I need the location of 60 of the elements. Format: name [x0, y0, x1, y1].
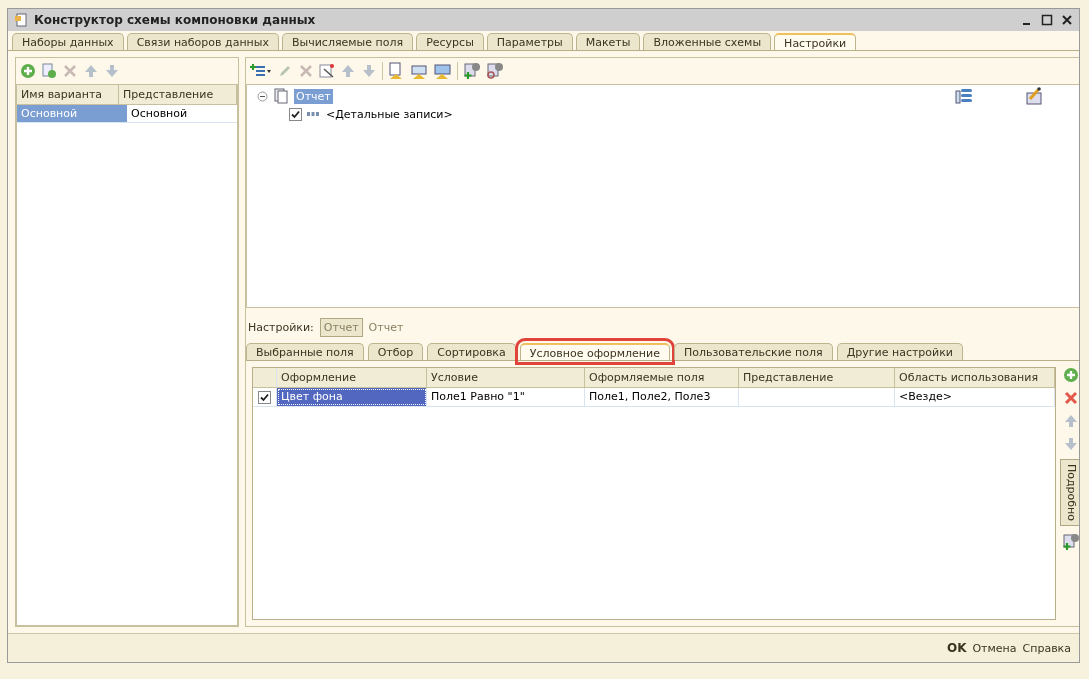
tab[interactable]: Отбор — [367, 343, 424, 360]
tab[interactable]: Параметры — [486, 33, 573, 50]
tab[interactable]: Выбранные поля — [246, 343, 364, 360]
checkbox[interactable] — [258, 390, 271, 404]
tab[interactable]: Пользовательские поля — [674, 343, 833, 360]
window-title: Конструктор схемы компоновки данных — [34, 13, 317, 27]
tab[interactable]: Настройки — [774, 33, 857, 50]
tree-item[interactable]: <Детальные записи> — [324, 106, 455, 122]
settings-value: Отчет — [368, 321, 404, 334]
table-cell[interactable]: Основной — [127, 105, 237, 123]
down-arrow-icon[interactable] — [1063, 436, 1079, 452]
column-header[interactable]: Область использования — [895, 368, 1055, 388]
up-arrow-icon[interactable] — [1063, 413, 1079, 429]
add-settings-icon[interactable] — [1062, 533, 1079, 552]
copy-add-icon[interactable] — [41, 63, 57, 79]
delete-icon[interactable] — [1063, 390, 1079, 406]
close-icon[interactable] — [1061, 14, 1073, 26]
delete-icon[interactable] — [298, 63, 314, 79]
checkbox[interactable] — [289, 107, 302, 121]
column-header[interactable]: Условие — [427, 368, 585, 388]
column-header[interactable]: Оформление — [277, 368, 427, 388]
tab[interactable]: Сортировка — [427, 343, 516, 360]
down-arrow-icon[interactable] — [104, 63, 120, 79]
delete-icon[interactable] — [62, 63, 78, 79]
footer-button[interactable]: OK — [944, 639, 969, 657]
tab[interactable]: Наборы данных — [12, 33, 124, 50]
up-arrow-icon[interactable] — [340, 63, 356, 79]
column-header[interactable]: Представление — [739, 368, 895, 388]
tab[interactable]: Другие настройки — [836, 343, 963, 360]
tab[interactable]: Вычисляемые поля — [281, 33, 414, 50]
maximize-icon[interactable] — [1041, 14, 1053, 26]
add-icon[interactable] — [1063, 367, 1079, 383]
column-header[interactable]: Представление — [119, 85, 237, 105]
table-cell[interactable]: Поле1 Равно "1" — [427, 388, 585, 406]
tab[interactable]: Связи наборов данных — [126, 33, 279, 50]
down-arrow-icon[interactable] — [361, 63, 377, 79]
settings-label: Настройки: — [248, 321, 314, 334]
column-header[interactable]: Оформляемые поля — [585, 368, 739, 388]
report-icon — [273, 88, 289, 104]
up-arrow-icon[interactable] — [83, 63, 99, 79]
pencil-icon[interactable] — [277, 63, 293, 79]
add-icon[interactable] — [20, 63, 36, 79]
list-icon[interactable] — [955, 87, 973, 105]
table-cell[interactable]: <Везде> — [895, 388, 1055, 406]
details-button[interactable]: Подробно — [1060, 459, 1079, 527]
add-dropdown-icon[interactable] — [250, 63, 272, 79]
column-header[interactable]: Имя варианта — [17, 85, 119, 105]
find-settings-icon[interactable] — [486, 62, 504, 80]
edit-chart-icon[interactable] — [1025, 87, 1043, 105]
records-icon — [307, 111, 319, 117]
footer-button[interactable]: Справка — [1020, 639, 1073, 657]
tab[interactable]: Ресурсы — [416, 33, 484, 50]
add-settings-icon[interactable] — [463, 62, 481, 80]
tab[interactable]: Вложенные схемы — [643, 33, 772, 50]
footer-button[interactable]: Отмена — [970, 639, 1019, 657]
document-icon — [14, 13, 28, 27]
table-cell[interactable]: Поле1, Поле2, Поле3 — [585, 388, 739, 406]
tab[interactable]: Макеты — [575, 33, 641, 50]
table-cell[interactable]: Цвет фона — [277, 388, 427, 406]
collapse-icon[interactable] — [257, 90, 268, 102]
